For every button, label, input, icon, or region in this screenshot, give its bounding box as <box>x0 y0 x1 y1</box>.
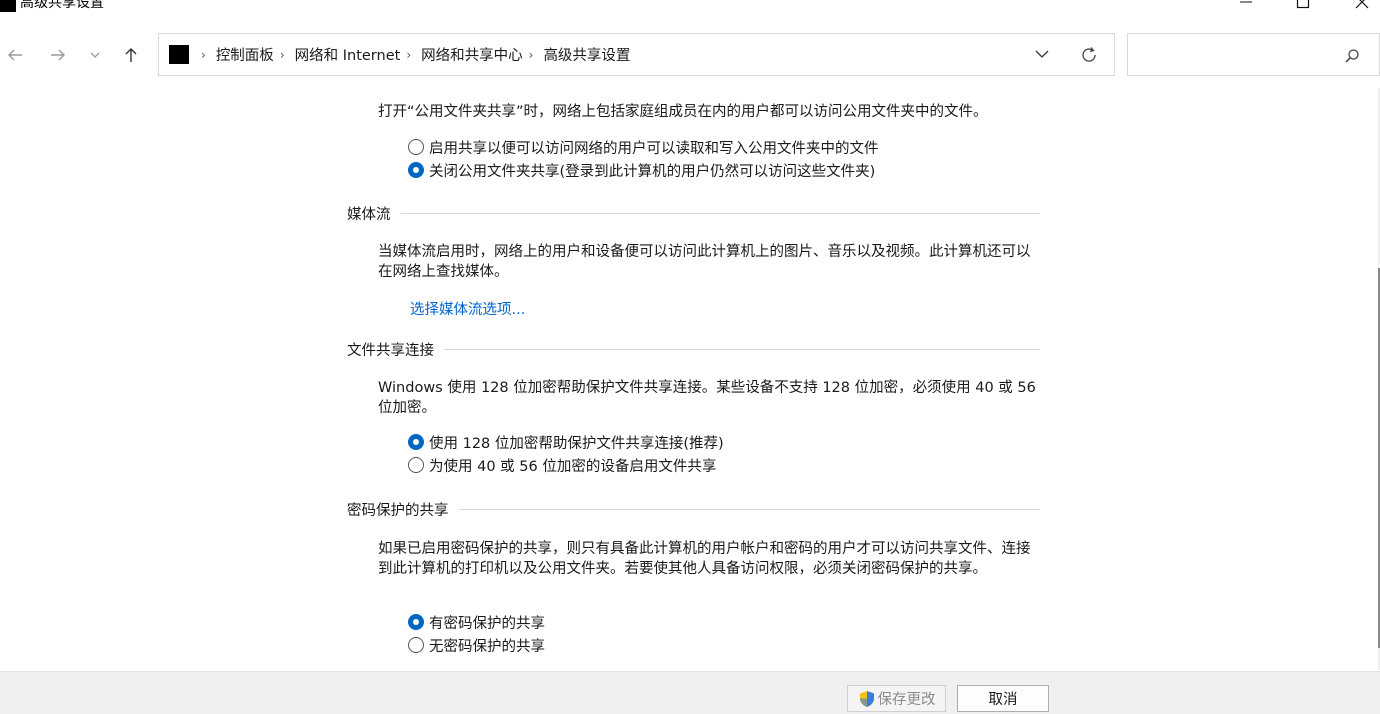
radio-button[interactable] <box>408 434 424 450</box>
window-title: 高级共享设置 <box>20 0 104 11</box>
control-panel-icon <box>169 45 189 64</box>
chevron-down-icon <box>1035 50 1049 58</box>
file-sharing-description: Windows 使用 128 位加密帮助保护文件共享连接。某些设备不支持 128… <box>378 380 1036 416</box>
chevron-right-icon: › <box>279 47 285 62</box>
save-changes-label: 保存更改 <box>877 692 936 708</box>
footer-bar: 保存更改 取消 <box>0 671 1380 714</box>
radio-128-bit-encryption[interactable]: 使用 128 位加密帮助保护文件共享连接(推荐) <box>408 432 724 452</box>
settings-content: 打开“公用文件夹共享”时，网络上包括家庭组成员在内的用户都可以访问公用文件夹中的… <box>0 88 1378 670</box>
arrow-up-icon <box>125 48 137 62</box>
search-icon[interactable] <box>1343 47 1361 65</box>
arrow-left-icon <box>8 49 22 61</box>
back-button[interactable] <box>0 40 30 70</box>
radio-label: 使用 128 位加密帮助保护文件共享连接(推荐) <box>429 435 724 452</box>
close-button[interactable] <box>1352 0 1372 12</box>
radio-no-password[interactable]: 无密码保护的共享 <box>408 635 545 655</box>
section-heading: 媒体流 <box>347 206 391 223</box>
divider <box>400 212 1040 214</box>
radio-button[interactable] <box>408 162 424 178</box>
title-bar: 高级共享设置 <box>0 0 1380 14</box>
radio-disable-public-sharing[interactable]: 关闭公用文件夹共享(登录到此计算机的用户仍然可以访问这些文件夹) <box>408 160 875 180</box>
media-streaming-description: 当媒体流启用时，网络上的用户和设备便可以访问此计算机上的图片、音乐以及视频。此计… <box>378 244 1031 280</box>
divider <box>444 348 1040 350</box>
address-dropdown-button[interactable] <box>1034 46 1054 66</box>
radio-enable-public-sharing[interactable]: 启用共享以便可以访问网络的用户可以读取和写入公用文件夹中的文件 <box>408 137 879 157</box>
section-password-sharing: 密码保护的共享 <box>347 499 1040 519</box>
uac-shield-icon <box>859 690 874 707</box>
cancel-button[interactable]: 取消 <box>957 685 1049 712</box>
breadcrumb-item[interactable]: 网络和共享中心 <box>421 44 523 65</box>
section-file-sharing: 文件共享连接 <box>347 339 1040 359</box>
refresh-icon <box>1082 47 1096 62</box>
password-sharing-description: 如果已启用密码保护的共享，则只有具备此计算机的用户帐户和密码的用户才可以访问共享… <box>378 541 1031 577</box>
breadcrumb-item[interactable]: 网络和 Internet <box>295 44 401 65</box>
chevron-right-icon: › <box>201 47 206 62</box>
minimize-button[interactable] <box>1236 0 1256 12</box>
section-heading: 密码保护的共享 <box>347 502 449 519</box>
search-box[interactable] <box>1127 33 1380 76</box>
address-bar[interactable]: › 控制面板 › 网络和 Internet › 网络和共享中心 › 高级共享设置 <box>158 33 1115 76</box>
radio-button[interactable] <box>408 457 424 473</box>
breadcrumb-item[interactable]: 控制面板 <box>216 44 274 65</box>
recent-locations-button[interactable] <box>80 40 110 70</box>
radio-label: 无密码保护的共享 <box>429 638 545 655</box>
radio-button[interactable] <box>408 139 424 155</box>
maximize-icon <box>1296 0 1310 9</box>
chevron-right-icon: › <box>406 47 412 62</box>
divider <box>458 508 1040 510</box>
radio-label: 有密码保护的共享 <box>429 615 545 632</box>
radio-label: 启用共享以便可以访问网络的用户可以读取和写入公用文件夹中的文件 <box>429 140 879 157</box>
section-heading: 文件共享连接 <box>347 342 434 359</box>
minimize-icon <box>1240 1 1252 3</box>
maximize-button[interactable] <box>1293 0 1313 12</box>
chevron-right-icon: › <box>528 47 534 62</box>
up-button[interactable] <box>116 40 146 70</box>
forward-button[interactable] <box>43 40 73 70</box>
radio-40-56-bit-encryption[interactable]: 为使用 40 或 56 位加密的设备启用文件共享 <box>408 455 716 475</box>
radio-label: 为使用 40 或 56 位加密的设备启用文件共享 <box>429 458 717 475</box>
chevron-down-icon <box>90 52 100 58</box>
radio-label: 关闭公用文件夹共享(登录到此计算机的用户仍然可以访问这些文件夹) <box>429 163 876 180</box>
breadcrumb-item[interactable]: 高级共享设置 <box>543 44 630 65</box>
navigation-bar: › 控制面板 › 网络和 Internet › 网络和共享中心 › 高级共享设置 <box>0 32 1380 78</box>
public-folder-description: 打开“公用文件夹共享”时，网络上包括家庭组成员在内的用户都可以访问公用文件夹中的… <box>378 104 988 120</box>
media-streaming-options-link[interactable]: 选择媒体流选项... <box>410 298 525 319</box>
save-changes-button[interactable]: 保存更改 <box>847 685 946 712</box>
refresh-button[interactable] <box>1079 45 1101 67</box>
search-input[interactable] <box>1136 42 1336 68</box>
radio-button[interactable] <box>408 637 424 653</box>
radio-password-protected[interactable]: 有密码保护的共享 <box>408 612 545 632</box>
close-icon <box>1355 0 1369 9</box>
radio-button[interactable] <box>408 614 424 630</box>
arrow-right-icon <box>51 49 65 61</box>
breadcrumb: › 控制面板 › 网络和 Internet › 网络和共享中心 › 高级共享设置 <box>197 34 632 75</box>
app-icon <box>0 0 16 12</box>
section-media-streaming: 媒体流 <box>347 203 1040 223</box>
